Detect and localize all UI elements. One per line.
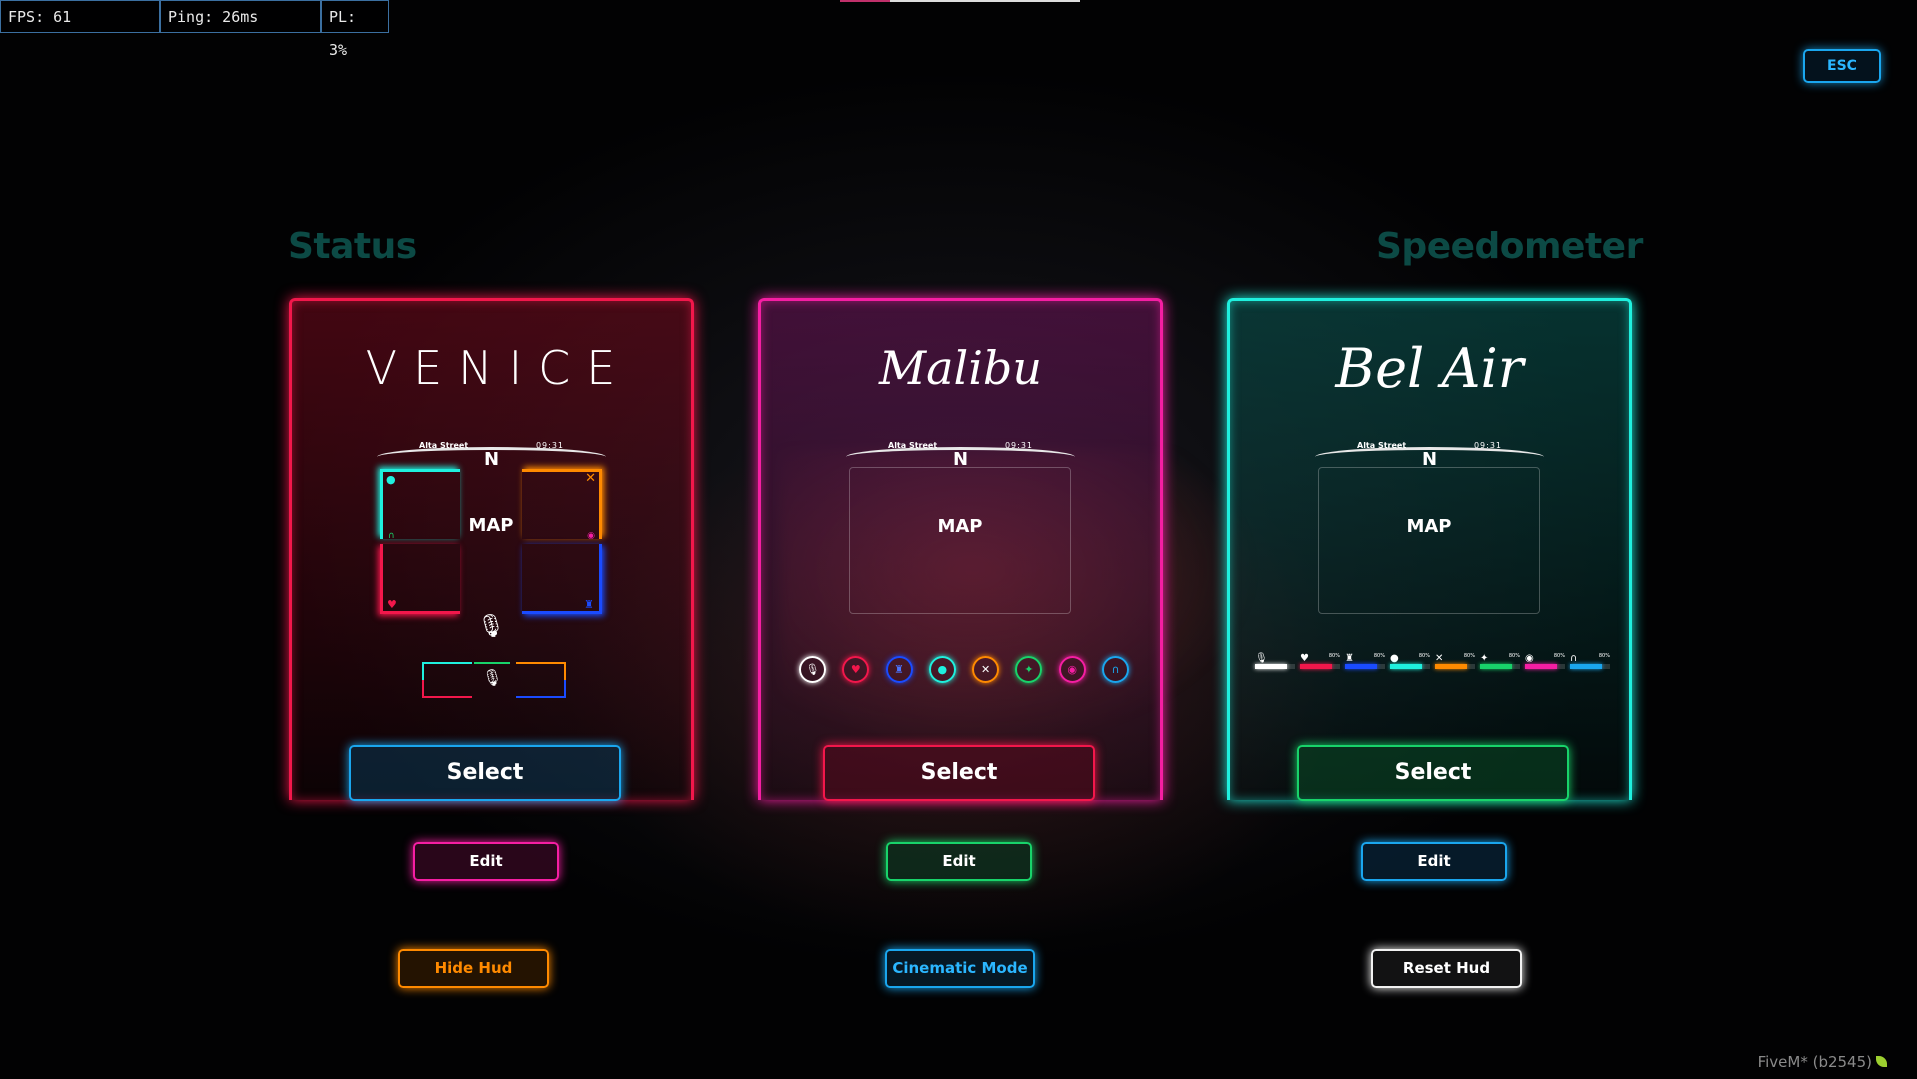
status-bar: ✕ 80% bbox=[1435, 653, 1475, 671]
edit-status-button[interactable]: Edit bbox=[413, 842, 559, 881]
heart-icon: ♥ bbox=[842, 656, 870, 683]
status-track bbox=[1480, 664, 1520, 669]
packet-loss-readout: PL: 3% bbox=[321, 0, 389, 59]
watermark-text: FiveM* (b2545) bbox=[1757, 1053, 1872, 1071]
select-venice-button[interactable]: Select bbox=[349, 745, 621, 801]
heart-icon: ♥ bbox=[1300, 653, 1309, 664]
compass: Alta Street 09:31 N bbox=[377, 441, 606, 470]
map-label: MAP bbox=[937, 516, 983, 537]
armor-icon: ♜ bbox=[584, 598, 594, 611]
status-heading: Status bbox=[288, 226, 417, 267]
status-track bbox=[1435, 664, 1475, 669]
status-bar: ● 80% bbox=[1390, 653, 1430, 671]
status-fill bbox=[1255, 664, 1287, 669]
hide-hud-button[interactable]: Hide Hud bbox=[398, 949, 549, 988]
status-bar: ✦ 80% bbox=[1480, 653, 1520, 671]
status-bar: 🎙 bbox=[1255, 653, 1295, 671]
food-icon: ✕ bbox=[1435, 653, 1444, 664]
microphone-icon: 🎙 bbox=[1255, 653, 1268, 664]
status-bar: ∩ 80% bbox=[1570, 653, 1610, 671]
perf-overlay: FPS: 61 Ping: 26ms PL: 3% bbox=[0, 0, 389, 59]
food-icon: ✕ bbox=[585, 471, 596, 486]
status-percent: 80% bbox=[1508, 653, 1520, 659]
compass: Alta Street 09:31 N bbox=[846, 441, 1075, 470]
stamina-icon: ✦ bbox=[1015, 656, 1043, 683]
compass: Alta Street 09:31 N bbox=[1315, 441, 1544, 470]
map-label: MAP bbox=[468, 515, 514, 536]
status-percent: 80% bbox=[1328, 653, 1340, 659]
fivem-watermark: FiveM* (b2545) bbox=[1758, 1053, 1887, 1071]
status-percent: 80% bbox=[1553, 653, 1565, 659]
food-icon: ✕ bbox=[972, 656, 1000, 683]
status-percent: 80% bbox=[1598, 653, 1610, 659]
leaf-icon bbox=[1876, 1056, 1887, 1067]
status-bars: 🎙 ♥ 80% ♜ 80% ● 80% ✕ 80% ✦ 80% ◉ 80% ∩ 80% bbox=[1255, 653, 1610, 671]
status-bar: ◉ 80% bbox=[1525, 653, 1565, 671]
speedometer-heading: Speedometer bbox=[1376, 226, 1643, 267]
status-fill bbox=[1480, 664, 1512, 669]
hud-card-malibu[interactable]: Malibu Alta Street 09:31 N MAP 🎙 ♥ ♜ ● ✕… bbox=[758, 298, 1163, 800]
card-title: Bel Air bbox=[1335, 337, 1524, 400]
status-track bbox=[1255, 664, 1295, 669]
fps-readout: FPS: 61 bbox=[0, 0, 160, 33]
edit-speedometer-button[interactable]: Edit bbox=[1361, 842, 1507, 881]
hud-card-venice[interactable]: VENICE Alta Street 09:31 N ● ✕ ♥ ♜ ∩ ◉ M… bbox=[289, 298, 694, 800]
reset-hud-button[interactable]: Reset Hud bbox=[1371, 949, 1522, 988]
status-fill bbox=[1345, 664, 1377, 669]
status-bar: ♥ 80% bbox=[1300, 653, 1340, 671]
status-track bbox=[1570, 664, 1610, 669]
compact-hud-preview: 🎙 bbox=[422, 662, 566, 698]
status-percent: 80% bbox=[1418, 653, 1430, 659]
ping-readout: Ping: 26ms bbox=[160, 0, 321, 33]
water-drop-icon: ● bbox=[1390, 653, 1399, 664]
status-fill bbox=[1435, 664, 1467, 669]
select-malibu-button[interactable]: Select bbox=[823, 745, 1095, 801]
cinematic-mode-button[interactable]: Cinematic Mode bbox=[885, 949, 1035, 988]
status-bar: ♜ 80% bbox=[1345, 653, 1385, 671]
minimap-preview: MAP bbox=[1318, 467, 1540, 614]
status-percent: 80% bbox=[1463, 653, 1475, 659]
status-track bbox=[1390, 664, 1430, 669]
water-drop-icon: ● bbox=[928, 656, 956, 683]
select-bel-air-button[interactable]: Select bbox=[1297, 745, 1569, 801]
heart-icon: ♥ bbox=[387, 598, 397, 611]
armor-icon: ♜ bbox=[885, 656, 913, 683]
minimap-preview: MAP bbox=[849, 467, 1071, 614]
map-label: MAP bbox=[1406, 516, 1452, 537]
progress-strip bbox=[840, 0, 1080, 2]
hud-card-bel-air[interactable]: Bel Air Alta Street 09:31 N MAP 🎙 ♥ 80% ♜ 80… bbox=[1227, 298, 1632, 800]
status-fill bbox=[1525, 664, 1557, 669]
stress-icon: ◉ bbox=[1525, 653, 1534, 664]
microphone-icon: 🎙 bbox=[482, 668, 503, 687]
status-track bbox=[1345, 664, 1385, 669]
minimap-preview: ● ✕ ♥ ♜ ∩ ◉ MAP 🎙 bbox=[380, 467, 602, 639]
status-fill bbox=[1570, 664, 1602, 669]
oxygen-icon: ∩ bbox=[1570, 653, 1578, 664]
stress-icon: ◉ bbox=[1058, 656, 1086, 683]
status-percent: 80% bbox=[1373, 653, 1385, 659]
microphone-icon: 🎙 bbox=[799, 656, 826, 683]
armor-icon: ♜ bbox=[1345, 653, 1354, 664]
esc-button[interactable]: ESC bbox=[1803, 49, 1881, 83]
status-track bbox=[1300, 664, 1340, 669]
status-fill bbox=[1390, 664, 1422, 669]
card-title: Malibu bbox=[878, 341, 1043, 395]
status-track bbox=[1525, 664, 1565, 669]
edit-layout-button[interactable]: Edit bbox=[886, 842, 1032, 881]
card-title: VENICE bbox=[365, 341, 632, 395]
status-circles: 🎙 ♥ ♜ ● ✕ ✦ ◉ ∩ bbox=[799, 656, 1129, 683]
oxygen-icon: ∩ bbox=[1101, 656, 1129, 683]
status-fill bbox=[1300, 664, 1332, 669]
microphone-icon: 🎙 bbox=[477, 614, 505, 639]
water-drop-icon: ● bbox=[386, 473, 396, 486]
stamina-icon: ✦ bbox=[1480, 653, 1489, 664]
